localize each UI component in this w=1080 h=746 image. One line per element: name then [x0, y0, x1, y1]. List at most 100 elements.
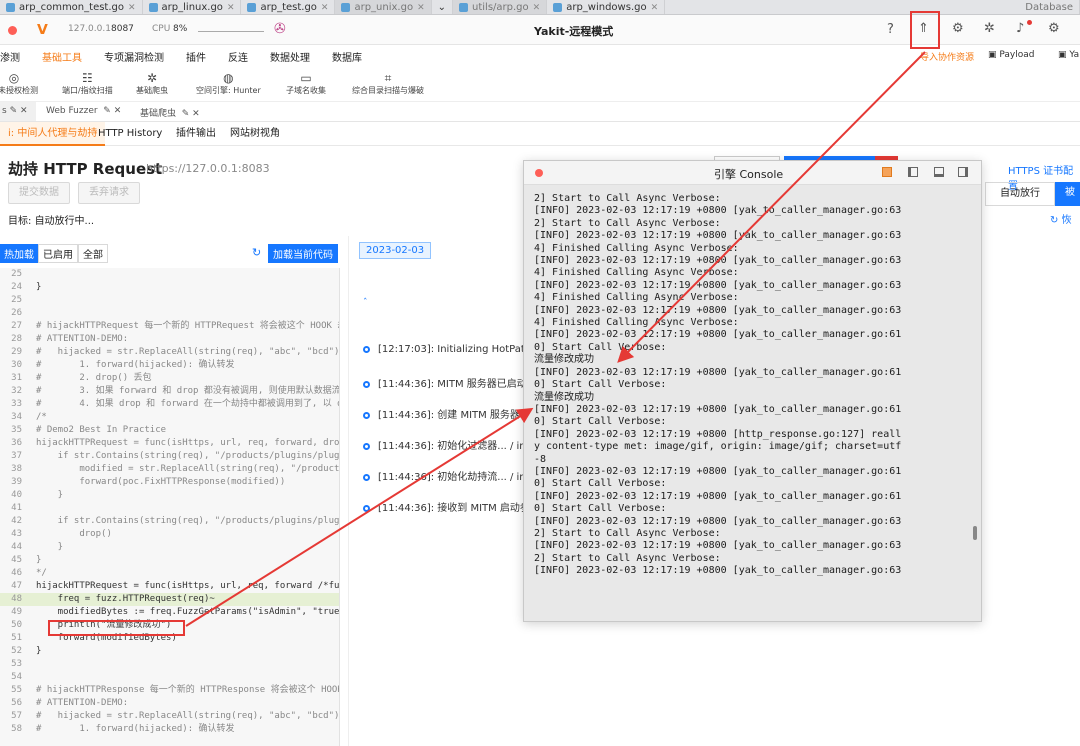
timeline-dot-icon [363, 380, 370, 388]
page-tab[interactable]: 网站树视角 [222, 122, 288, 146]
line-number: 39 [11, 477, 22, 487]
close-icon[interactable]: ✕ [533, 3, 541, 13]
ide-tab[interactable]: arp_common_test.go ✕ [0, 0, 143, 14]
code-line: 48 freq = fuzz.HTTPRequest(req)~ [0, 593, 339, 606]
ide-tab[interactable]: utils/arp.go ✕ [453, 0, 548, 14]
close-icon[interactable]: ✕ [417, 3, 425, 13]
auto-release-toggle[interactable]: 自动放行 [985, 182, 1055, 206]
tool-folder[interactable]: ▭ 子域名收集 [286, 71, 326, 96]
code-text: # hijacked = str.ReplaceAll(string(req),… [36, 347, 340, 357]
import-resources-link[interactable]: 导入协作资源 [920, 50, 974, 63]
console-line: 流量修改成功 [534, 354, 594, 366]
line-number: 32 [11, 386, 22, 396]
edit-icon[interactable]: ✎ [182, 109, 190, 119]
close-icon[interactable]: ✕ [192, 109, 200, 119]
edit-icon[interactable]: ✎ [10, 106, 18, 116]
code-line: 58 # 1. forward(hijacked): 确认转发 [0, 723, 339, 736]
console-scrollbar[interactable] [973, 526, 977, 540]
close-window-button[interactable] [8, 26, 17, 35]
code-line: 27 # hijackHTTPRequest 每一个新的 HTTPRequest … [0, 320, 339, 333]
discard-request-button[interactable]: 丢弃请求 [78, 182, 140, 204]
tool-fingerprint[interactable]: ☷ 端口/指纹扫描 [62, 71, 113, 96]
code-text: # 1. forward(hijacked): 确认转发 [36, 724, 235, 734]
ide-tab[interactable]: arp_linux.go ✕ [143, 0, 242, 14]
ya-label: Ya [1069, 50, 1080, 60]
code-line: 54 [0, 671, 339, 684]
subtab-row: s ✎ ✕ Web Fuzzer ✎ ✕ 基础爬虫 ✎ ✕ [0, 102, 1080, 122]
menu-item[interactable]: 数据库 [332, 49, 362, 64]
tab-enabled[interactable]: 已启用 [38, 244, 78, 263]
close-icon[interactable]: ✕ [128, 3, 136, 13]
console-line: [INFO] 2023-02-03 12:17:19 +0800 [yak_to… [534, 540, 902, 552]
pinwheel-icon[interactable]: ✇ [274, 21, 286, 37]
line-number: 42 [11, 516, 22, 526]
log-text: [11:44:36]: 初始化劫持流... / ini [378, 472, 529, 483]
tab-hot-load[interactable]: 热加载 [0, 244, 38, 263]
console-line: 4] Finished Calling Async Verbose: [534, 267, 739, 279]
ide-tab[interactable]: arp_unix.go ✕ [335, 0, 432, 14]
tool-label: 子域名收集 [286, 86, 326, 95]
line-number: 25 [11, 269, 22, 279]
dock-float-icon[interactable] [882, 167, 892, 177]
payload-button[interactable]: ▣ Payload [988, 50, 1034, 60]
tool-target[interactable]: ◎专未授权检测 [0, 71, 38, 96]
globe-icon: ◍ [223, 71, 234, 85]
menu-item[interactable]: 插件 [186, 49, 206, 64]
console-line: -8 [534, 453, 547, 465]
console-close-button[interactable] [535, 169, 543, 177]
gear-icon[interactable]: ⚙ [1048, 21, 1060, 36]
page-tab[interactable]: HTTP History [90, 122, 170, 146]
menu-item[interactable]: 反连 [228, 49, 248, 64]
subtab-mitm[interactable]: s ✎ ✕ [0, 102, 36, 121]
tool-globe[interactable]: ◍ 空间引擎: Hunter [196, 71, 261, 96]
close-icon[interactable]: ✕ [20, 106, 28, 116]
hijacked-toggle[interactable]: 被 [1055, 182, 1080, 206]
bell-icon[interactable]: ♪ [1016, 21, 1024, 36]
go-file-icon [148, 3, 158, 12]
fingerprint-icon: ☷ [81, 71, 93, 85]
reload-icon[interactable]: ↻ [252, 246, 261, 259]
console-line: 0] Start Call Verbose: [534, 416, 667, 428]
help-icon[interactable]: ? [887, 22, 894, 37]
subtab-crawler[interactable]: 基础爬虫 ✎ ✕ [140, 106, 200, 119]
menu-item[interactable]: 渗测 [0, 49, 20, 64]
submit-data-button[interactable]: 提交数据 [8, 182, 70, 204]
tool-bug[interactable]: ✲ 基础爬虫 [136, 71, 168, 96]
close-icon[interactable]: ✕ [321, 3, 329, 13]
subtab-web-fuzzer[interactable]: Web Fuzzer ✎ ✕ [46, 106, 121, 116]
log-text: [12:17:03]: Initializing HotPatc [378, 344, 531, 355]
bug-report-icon[interactable]: ✲ [984, 21, 995, 36]
console-line: [INFO] 2023-02-03 12:17:19 +0800 [yak_to… [534, 279, 902, 291]
ya-button[interactable]: ▣ Ya [1058, 50, 1079, 60]
edit-icon[interactable]: ✎ [103, 106, 111, 116]
line-number: 25 [11, 295, 22, 305]
menu-item[interactable]: 基础工具 [42, 49, 82, 64]
menu-item[interactable]: 数据处理 [270, 49, 310, 64]
code-editor[interactable]: 25 24} 25 26 27 # hijackHTTPRequest 每一个新的 HTT… [0, 268, 340, 746]
close-icon[interactable]: ✕ [651, 3, 659, 13]
settings-icon[interactable]: ⚙ [952, 21, 964, 36]
payload-label: Payload [999, 50, 1035, 60]
line-number: 43 [11, 529, 22, 539]
load-current-code-button[interactable]: 加载当前代码 [268, 244, 338, 263]
close-icon[interactable]: ✕ [227, 3, 235, 13]
code-text: hijackHTTPRequest = func(isHttps, url, r… [36, 581, 340, 591]
recover-link[interactable]: ↻ 恢 [1050, 211, 1072, 226]
menu-item[interactable]: 专项漏洞检测 [104, 49, 164, 64]
console-line: [INFO] 2023-02-03 12:17:19 +0800 [yak_to… [534, 565, 902, 577]
ide-tab[interactable]: arp_windows.go ✕ [547, 0, 666, 14]
line-number: 47 [11, 581, 22, 591]
console-output[interactable]: 2] Start to Call Async Verbose: [INFO] 20… [534, 193, 974, 588]
tab-overflow-icon[interactable]: ⌄ [432, 0, 454, 14]
close-icon[interactable]: ✕ [114, 106, 122, 116]
database-tab[interactable]: Database [1019, 0, 1080, 14]
tool-scan[interactable]: ⌗ 综合目录扫描与爆破 [352, 71, 424, 96]
dock-bottom-icon[interactable] [934, 167, 944, 177]
page-tab[interactable]: 插件输出 [168, 122, 224, 146]
dock-left-icon[interactable] [908, 167, 918, 177]
dock-right-icon[interactable] [958, 167, 968, 177]
console-line: [INFO] 2023-02-03 12:17:19 +0800 [yak_to… [534, 304, 902, 316]
tab-all[interactable]: 全部 [78, 244, 108, 263]
tool-row: ◎专未授权检测 ☷端口/指纹扫描 ✲基础爬虫 ◍空间引擎: Hunter ▭子域名收集 ⌗… [0, 67, 1080, 102]
ide-tab[interactable]: arp_test.go ✕ [241, 0, 336, 14]
